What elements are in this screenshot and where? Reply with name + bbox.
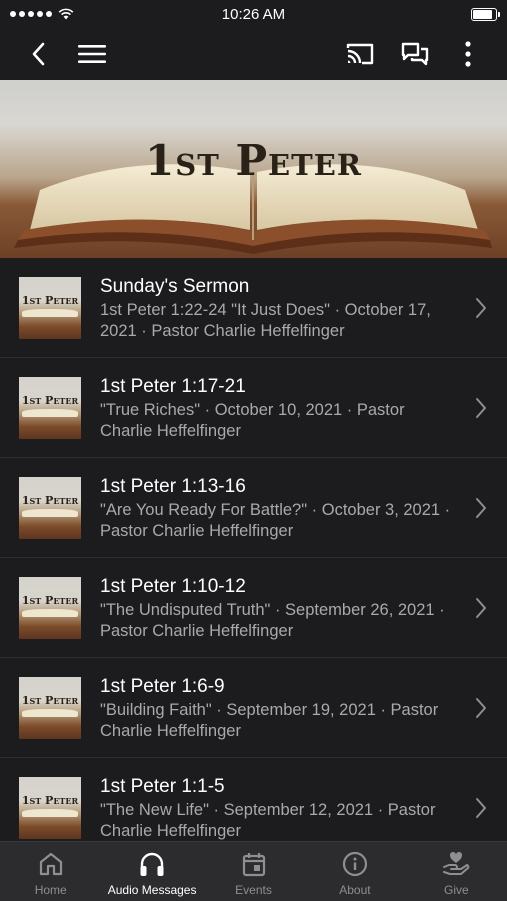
tab-label: Events	[235, 883, 272, 897]
home-icon	[39, 852, 62, 876]
message-thumbnail: 1st Peter	[19, 377, 81, 439]
chat-button[interactable]	[395, 34, 435, 74]
message-thumbnail: 1st Peter	[19, 677, 81, 739]
message-subtitle: 1st Peter 1:22-24 "It Just Does" · Octob…	[100, 301, 431, 340]
thumbnail-text: 1st Peter	[21, 594, 79, 607]
message-thumbnail: 1st Peter	[19, 277, 81, 339]
calendar-icon	[242, 853, 265, 877]
more-options-button[interactable]	[448, 34, 488, 74]
thumbnail-pages	[22, 409, 78, 417]
series-title: 1st Peter	[145, 136, 362, 185]
tab-about[interactable]: About	[304, 842, 405, 901]
tab-events-icon-wrap	[242, 850, 266, 878]
thumbnail-pages	[22, 709, 78, 717]
thumbnail-text: 1st Peter	[21, 394, 79, 407]
list-item[interactable]: 1st Peter 1st Peter 1:17-21 "True Riches…	[0, 358, 507, 458]
more-vertical-icon	[465, 41, 471, 67]
message-title: 1st Peter 1:13-16	[100, 476, 246, 497]
tab-about-icon-wrap	[342, 850, 368, 878]
message-thumbnail: 1st Peter	[19, 477, 81, 539]
message-title: 1st Peter 1:10-12	[100, 576, 246, 597]
signal-dots-icon	[10, 11, 52, 17]
thumbnail-pages	[22, 509, 78, 517]
headphones-icon	[140, 852, 164, 876]
thumbnail-text: 1st Peter	[21, 294, 79, 307]
tab-give[interactable]: Give	[406, 842, 507, 901]
cast-button[interactable]	[340, 34, 380, 74]
message-thumbnail: 1st Peter	[19, 577, 81, 639]
tab-label: Audio Messages	[107, 883, 197, 897]
status-left	[10, 8, 74, 20]
tab-label: Home	[34, 883, 67, 897]
message-title: 1st Peter 1:1-5	[100, 776, 225, 797]
tab-label: About	[339, 883, 371, 897]
thumbnail-text: 1st Peter	[21, 494, 79, 507]
nav-bar	[0, 28, 507, 80]
chat-bubbles-icon	[401, 42, 429, 66]
tab-home[interactable]: Home	[0, 842, 101, 901]
tab-label: Give	[443, 883, 469, 897]
tab-bar: Home Audio Messages Events About Give	[0, 841, 507, 901]
thumbnail-pages	[22, 609, 78, 617]
chevron-left-icon	[32, 42, 45, 66]
message-subtitle: "The Undisputed Truth" · September 26, 2…	[100, 601, 445, 640]
hamburger-menu-icon	[78, 45, 106, 63]
tab-events[interactable]: Events	[203, 842, 304, 901]
thumbnail-text: 1st Peter	[21, 794, 79, 807]
tab-audio-icon-wrap	[138, 850, 166, 878]
status-bar: 10:26 AM	[0, 0, 507, 28]
list-item[interactable]: 1st Peter 1st Peter 1:10-12 "The Undispu…	[0, 558, 507, 658]
message-subtitle: "Building Faith" · September 19, 2021 · …	[100, 701, 439, 740]
message-thumbnail: 1st Peter	[19, 777, 81, 839]
list-item[interactable]: 1st Peter 1st Peter 1:6-9 "Building Fait…	[0, 658, 507, 758]
info-icon	[342, 851, 368, 877]
thumbnail-pages	[22, 809, 78, 817]
chevron-right-icon	[476, 698, 486, 718]
cast-icon	[346, 43, 374, 65]
chevron-right-icon	[476, 598, 486, 618]
give-heart-hand-icon	[443, 851, 470, 875]
chevron-right-icon	[476, 398, 486, 418]
list-item[interactable]: 1st Peter 1st Peter 1:13-16 "Are You Rea…	[0, 458, 507, 558]
thumbnail-pages	[22, 309, 78, 317]
thumbnail-text: 1st Peter	[21, 694, 79, 707]
message-subtitle: "Are You Ready For Battle?" · October 3,…	[100, 501, 451, 540]
tab-home-icon-wrap	[38, 850, 64, 878]
message-title: Sunday's Sermon	[100, 276, 250, 297]
message-title: 1st Peter 1:6-9	[100, 676, 225, 697]
battery-icon	[471, 7, 500, 21]
tab-give-icon-wrap	[442, 850, 470, 878]
series-banner: 1st Peter	[0, 80, 507, 258]
wifi-icon	[58, 8, 74, 20]
chevron-right-icon	[476, 498, 486, 518]
message-list: 1st Peter Sunday's Sermon 1st Peter 1:22…	[0, 258, 507, 841]
chevron-right-icon	[476, 298, 486, 318]
back-button[interactable]	[18, 34, 58, 74]
list-item[interactable]: 1st Peter 1st Peter 1:1-5 "The New Life"…	[0, 758, 507, 841]
menu-button[interactable]	[72, 34, 112, 74]
message-subtitle: "The New Life" · September 12, 2021 · Pa…	[100, 801, 436, 840]
chevron-right-icon	[476, 798, 486, 818]
message-title: 1st Peter 1:17-21	[100, 376, 246, 397]
list-item[interactable]: 1st Peter Sunday's Sermon 1st Peter 1:22…	[0, 258, 507, 358]
tab-audio-messages[interactable]: Audio Messages	[101, 842, 202, 901]
message-subtitle: "True Riches" · October 10, 2021 · Pasto…	[100, 401, 405, 440]
status-time: 10:26 AM	[221, 5, 286, 23]
